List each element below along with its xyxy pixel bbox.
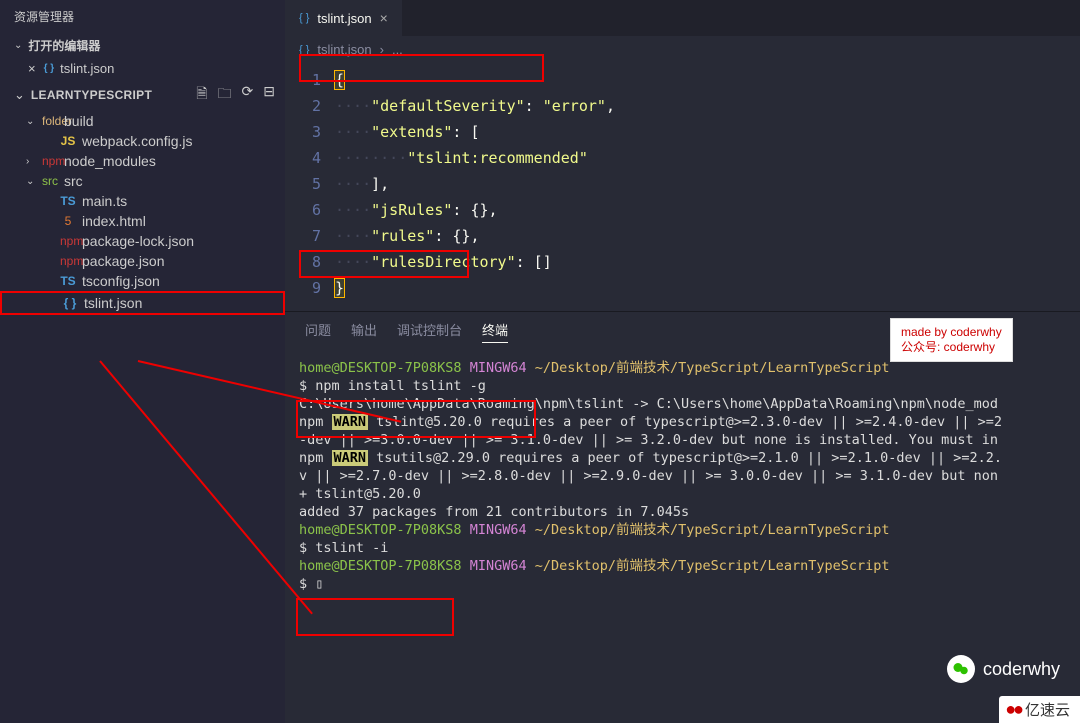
editor-area: { } tslint.json × { } tslint.json › ... …: [285, 0, 1080, 723]
new-folder-icon[interactable]: 🗀: [218, 83, 232, 107]
chevron-icon: ⌄: [26, 176, 36, 187]
file-icon: 5: [60, 214, 76, 228]
collapse-icon[interactable]: ⊟: [263, 83, 275, 107]
tree-item[interactable]: { } tslint.json: [0, 291, 285, 315]
tree-item[interactable]: npm package-lock.json: [0, 231, 285, 251]
file-icon: TS: [60, 274, 76, 288]
watermark-coderwhy: coderwhy: [947, 655, 1060, 683]
project-name: LEARNTYPESCRIPT: [31, 88, 152, 102]
file-icon: folder: [42, 114, 58, 128]
tree-item[interactable]: ⌄ folder build: [0, 111, 285, 131]
file-icon: src: [42, 174, 58, 188]
tree-item[interactable]: npm package.json: [0, 251, 285, 271]
tree-item[interactable]: TS tsconfig.json: [0, 271, 285, 291]
line-gutter: 123456789: [285, 67, 335, 301]
breadcrumb-file: tslint.json: [317, 42, 371, 57]
tslint-icon: { }: [299, 44, 309, 56]
tree-label: build: [64, 113, 94, 129]
panel-tab[interactable]: 问题: [305, 320, 331, 343]
tslint-icon: { }: [44, 63, 55, 74]
tree-item[interactable]: ⌄ srcsrc: [0, 171, 285, 191]
tree-label: node_modules: [64, 153, 156, 169]
panel-tab[interactable]: 输出: [351, 320, 377, 343]
tree-label: package.json: [82, 253, 165, 269]
breadcrumb-sep: ›: [380, 42, 384, 57]
logo-icon: ●●: [1005, 699, 1021, 720]
tree-label: src: [64, 173, 83, 189]
explorer-title: 资源管理器: [0, 0, 285, 33]
panel-tab[interactable]: 调试控制台: [397, 320, 462, 343]
file-icon: npm: [60, 234, 76, 248]
tab-label: tslint.json: [317, 11, 371, 26]
new-file-icon[interactable]: 🗎: [196, 83, 207, 107]
file-icon: TS: [60, 194, 76, 208]
chevron-icon: ›: [26, 156, 36, 167]
wechat-icon: [947, 655, 975, 683]
tree-item[interactable]: TS main.ts: [0, 191, 285, 211]
file-tree: ⌄ folder build JS webpack.config.js › npm node_…: [0, 111, 285, 315]
chevron-down-icon: ⌄: [14, 87, 25, 103]
explorer-sidebar: 资源管理器 ⌄ 打开的编辑器 × { } tslint.json ⌄ LEARN…: [0, 0, 285, 723]
tree-item[interactable]: JS webpack.config.js: [0, 131, 285, 151]
tree-label: main.ts: [82, 193, 127, 209]
breadcrumb-more: ...: [392, 42, 403, 57]
open-editor-item[interactable]: × { } tslint.json: [0, 58, 285, 79]
tslint-icon: { }: [299, 12, 309, 24]
watermark-yisu: ●● 亿速云: [999, 696, 1080, 723]
project-header[interactable]: ⌄ LEARNTYPESCRIPT 🗎 🗀 ⟳ ⊟: [0, 79, 285, 111]
close-icon[interactable]: ×: [28, 61, 36, 76]
chevron-down-icon: ⌄: [14, 40, 22, 51]
code-editor[interactable]: 123456789 {····"defaultSeverity": "error…: [285, 63, 1080, 311]
tab-bar: { } tslint.json ×: [285, 0, 1080, 36]
tree-label: webpack.config.js: [82, 133, 193, 149]
open-editor-label: tslint.json: [60, 61, 114, 76]
tree-label: tslint.json: [84, 295, 142, 311]
refresh-icon[interactable]: ⟳: [242, 83, 254, 107]
tree-item[interactable]: › npm node_modules: [0, 151, 285, 171]
panel-tab[interactable]: 终端: [482, 320, 508, 343]
tab-tslint[interactable]: { } tslint.json ×: [285, 0, 402, 36]
file-icon: { }: [62, 296, 78, 310]
tree-label: tsconfig.json: [82, 273, 160, 289]
file-icon: npm: [42, 154, 58, 168]
tree-label: package-lock.json: [82, 233, 194, 249]
code-content[interactable]: {····"defaultSeverity": "error",····"ext…: [335, 67, 1080, 301]
tree-item[interactable]: 5 index.html: [0, 211, 285, 231]
tree-label: index.html: [82, 213, 146, 229]
file-icon: npm: [60, 254, 76, 268]
chevron-icon: ⌄: [26, 116, 36, 127]
annotation-callout: made by coderwhy 公众号: coderwhy: [890, 318, 1013, 362]
open-editors-section[interactable]: ⌄ 打开的编辑器: [0, 33, 285, 58]
breadcrumb[interactable]: { } tslint.json › ...: [285, 36, 1080, 63]
close-icon[interactable]: ×: [380, 10, 388, 26]
file-icon: JS: [60, 134, 76, 148]
